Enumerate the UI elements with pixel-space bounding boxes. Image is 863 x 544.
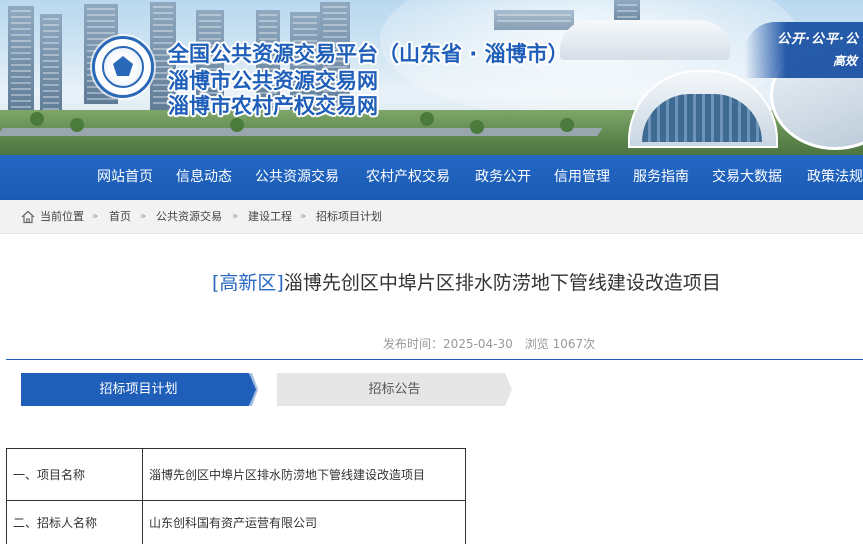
slogan-bottom-text: 高效 <box>832 54 857 68</box>
nav-item-public-resource[interactable]: 公共资源交易 <box>255 155 339 200</box>
tab-active-chevron <box>250 373 258 406</box>
table-row: 一、项目名称 淄博先创区中埠片区排水防涝地下管线建设改造项目 <box>6 448 466 501</box>
table-cell-value: 淄博先创区中埠片区排水防涝地下管线建设改造项目 <box>142 448 466 501</box>
tab-bid-announcement[interactable]: 招标公告 <box>277 373 512 406</box>
main-nav: 网站首页 信息动态 公共资源交易 农村产权交易 政务公开 信用管理 服务指南 交… <box>0 155 863 200</box>
logo-emblem-icon <box>102 46 144 88</box>
site-title-rural-network: 淄博市农村产权交易网 <box>168 94 378 118</box>
breadcrumb-separator: » <box>232 211 239 222</box>
slogan-top-text: 公开·公平·公 <box>777 32 859 47</box>
article-title: [高新区]淄博先创区中埠片区排水防涝地下管线建设改造项目 <box>212 268 721 295</box>
breadcrumb: 当前位置 » 首页 » 公共资源交易 » 建设工程 » 招标项目计划 <box>0 200 863 234</box>
breadcrumb-item-bid-plan[interactable]: 招标项目计划 <box>316 200 382 234</box>
article-title-text: 淄博先创区中埠片区排水防涝地下管线建设改造项目 <box>283 272 721 294</box>
breadcrumb-item-home[interactable]: 首页 <box>109 200 131 234</box>
site-logo[interactable] <box>92 36 154 98</box>
nav-item-rural-property[interactable]: 农村产权交易 <box>366 155 450 200</box>
breadcrumb-item-construction[interactable]: 建设工程 <box>248 200 292 234</box>
table-cell-label: 一、项目名称 <box>6 448 143 501</box>
nav-item-news[interactable]: 信息动态 <box>176 155 232 200</box>
nav-item-home[interactable]: 网站首页 <box>97 155 153 200</box>
banner-skyline <box>8 6 34 114</box>
nav-item-service-guide[interactable]: 服务指南 <box>633 155 689 200</box>
banner-stadium <box>560 20 730 60</box>
table-cell-value: 山东创科国有资产运营有限公司 <box>142 500 466 544</box>
table-row: 二、招标人名称 山东创科国有资产运营有限公司 <box>6 500 466 544</box>
breadcrumb-separator: » <box>300 211 307 222</box>
nav-item-big-data[interactable]: 交易大数据 <box>712 155 782 200</box>
home-icon <box>21 210 35 224</box>
breadcrumb-separator: » <box>92 211 99 222</box>
site-title-platform: 全国公共资源交易平台（山东省 · 淄博市） <box>168 42 569 66</box>
publish-time: 发布时间：2025-04-30 <box>383 337 513 351</box>
title-divider <box>6 359 863 360</box>
nav-item-government[interactable]: 政务公开 <box>475 155 531 200</box>
view-count: 浏览 1067次 <box>524 337 596 351</box>
tab-bid-plan[interactable]: 招标项目计划 <box>21 373 256 406</box>
project-info-table: 一、项目名称 淄博先创区中埠片区排水防涝地下管线建设改造项目 二、招标人名称 山… <box>6 448 466 544</box>
breadcrumb-location-label: 当前位置 <box>40 210 84 223</box>
nav-item-credit[interactable]: 信用管理 <box>554 155 610 200</box>
article-meta: 发布时间：2025-04-30 浏览 1067次 <box>383 335 595 352</box>
breadcrumb-separator: » <box>140 211 147 222</box>
nav-item-policy[interactable]: 政策法规 <box>807 155 863 200</box>
table-cell-label: 二、招标人名称 <box>6 500 143 544</box>
breadcrumb-item-public-resource[interactable]: 公共资源交易 <box>156 200 222 234</box>
header-banner: 公开·公平·公 高效 全国公共资源交易平台（山东省 · 淄博市） 淄博市公共资源… <box>0 0 863 155</box>
article-region-tag[interactable]: [高新区] <box>212 272 284 294</box>
